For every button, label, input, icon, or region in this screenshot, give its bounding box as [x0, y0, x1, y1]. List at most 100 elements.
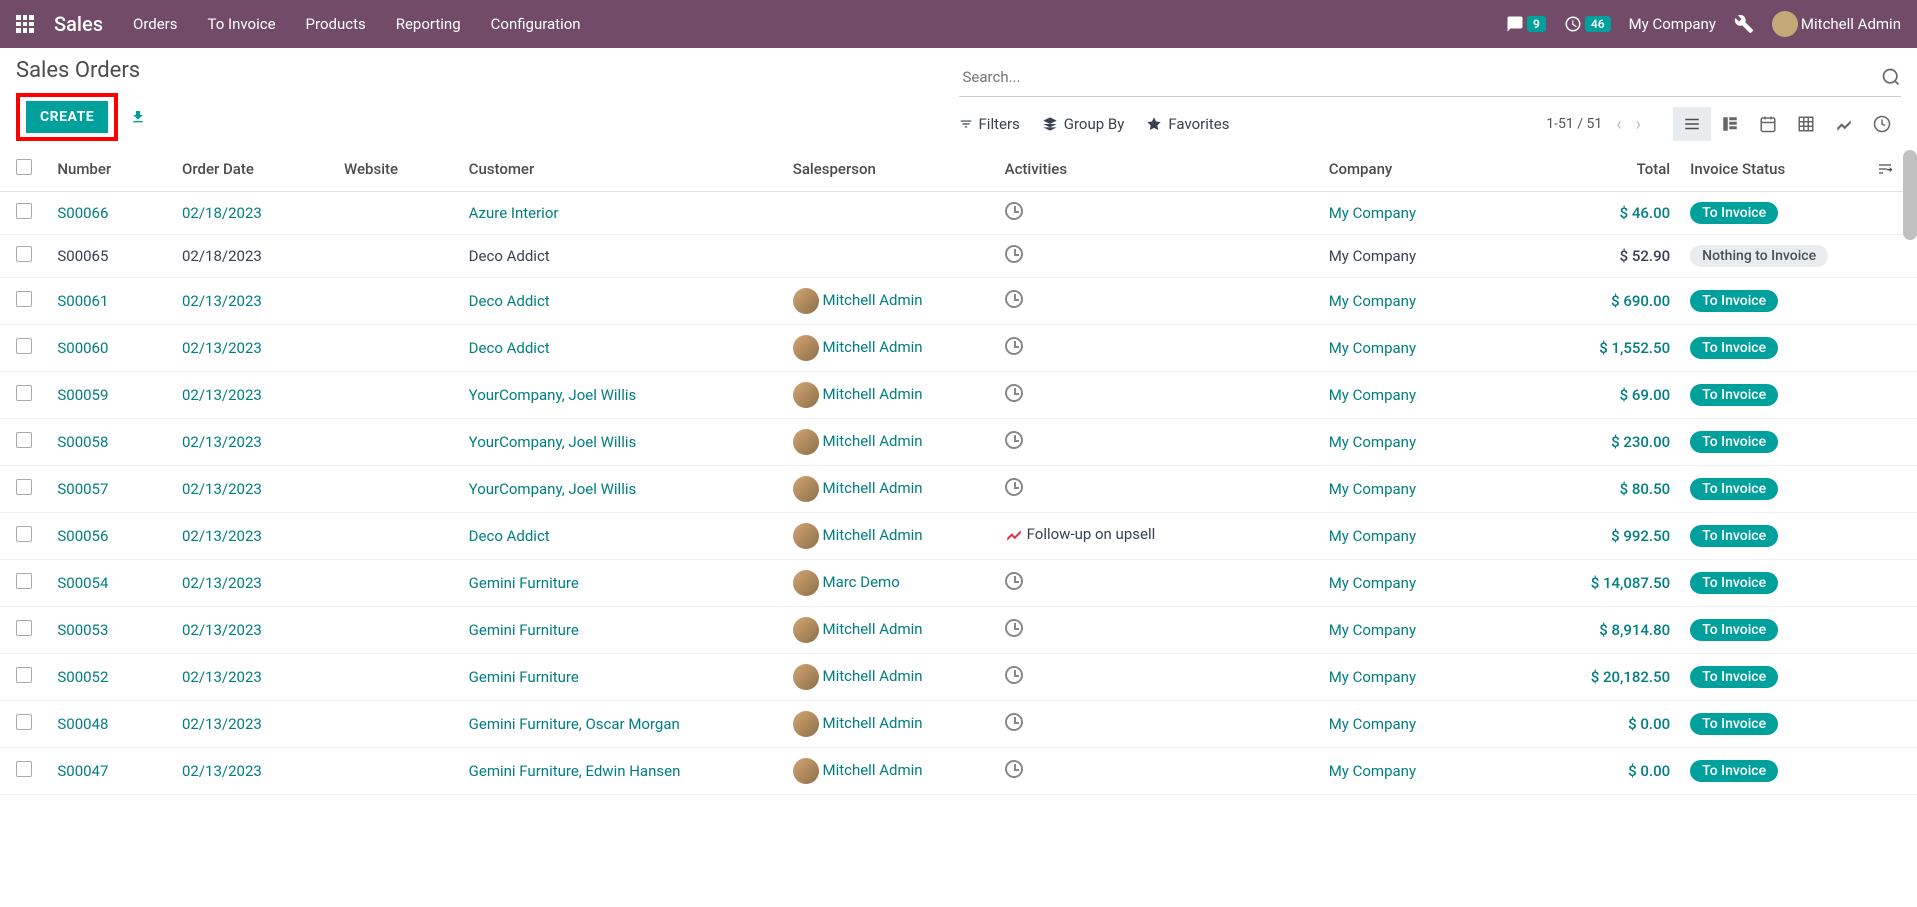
- customer-link[interactable]: Gemini Furniture: [469, 668, 579, 686]
- debug-icon[interactable]: [1734, 14, 1754, 34]
- order-number[interactable]: S00047: [57, 762, 108, 780]
- col-salesperson[interactable]: Salesperson: [783, 147, 995, 192]
- company-link[interactable]: My Company: [1329, 621, 1416, 639]
- company-link[interactable]: My Company: [1329, 715, 1416, 733]
- customer-link[interactable]: Gemini Furniture, Edwin Hansen: [469, 762, 681, 780]
- company-selector[interactable]: My Company: [1629, 15, 1716, 33]
- activity-clock-icon[interactable]: [1005, 666, 1023, 684]
- activity-clock-icon[interactable]: [1005, 478, 1023, 496]
- row-checkbox[interactable]: [16, 203, 32, 219]
- create-button[interactable]: CREATE: [26, 101, 108, 133]
- company-link[interactable]: My Company: [1329, 433, 1416, 451]
- order-number[interactable]: S00059: [57, 386, 108, 404]
- order-number[interactable]: S00052: [57, 668, 108, 686]
- order-number[interactable]: S00061: [57, 292, 108, 310]
- salesperson-link[interactable]: Mitchell Admin: [822, 526, 922, 544]
- activity-clock-icon[interactable]: [1005, 713, 1023, 731]
- view-list[interactable]: [1673, 107, 1711, 141]
- export-button[interactable]: [130, 109, 146, 125]
- row-checkbox[interactable]: [16, 573, 32, 589]
- pager-prev[interactable]: ‹: [1616, 114, 1621, 135]
- customer-link[interactable]: YourCompany, Joel Willis: [469, 433, 637, 451]
- table-row[interactable]: S0005902/13/2023YourCompany, Joel Willis…: [0, 372, 1917, 419]
- activity-clock-icon[interactable]: [1005, 760, 1023, 778]
- order-number[interactable]: S00060: [57, 339, 108, 357]
- salesperson-link[interactable]: Mitchell Admin: [822, 620, 922, 638]
- company-link[interactable]: My Company: [1329, 574, 1416, 592]
- activities-button[interactable]: 46: [1564, 15, 1611, 33]
- order-number[interactable]: S00065: [57, 247, 108, 265]
- user-menu[interactable]: Mitchell Admin: [1772, 11, 1901, 37]
- row-checkbox[interactable]: [16, 479, 32, 495]
- order-number[interactable]: S00054: [57, 574, 108, 592]
- row-checkbox[interactable]: [16, 385, 32, 401]
- table-row[interactable]: S0004802/13/2023Gemini Furniture, Oscar …: [0, 701, 1917, 748]
- customer-link[interactable]: YourCompany, Joel Willis: [469, 386, 637, 404]
- salesperson-link[interactable]: Mitchell Admin: [822, 667, 922, 685]
- activity-clock-icon[interactable]: [1005, 245, 1023, 263]
- salesperson-link[interactable]: Mitchell Admin: [822, 761, 922, 779]
- order-number[interactable]: S00048: [57, 715, 108, 733]
- favorites-button[interactable]: Favorites: [1146, 115, 1229, 133]
- col-date[interactable]: Order Date: [172, 147, 334, 192]
- view-calendar[interactable]: [1749, 107, 1787, 141]
- app-brand[interactable]: Sales: [54, 12, 103, 36]
- table-row[interactable]: S0005802/13/2023YourCompany, Joel Willis…: [0, 419, 1917, 466]
- table-row[interactable]: S0006102/13/2023Deco Addict Mitchell Adm…: [0, 278, 1917, 325]
- activity-followup[interactable]: Follow-up on upsell: [1005, 525, 1156, 543]
- customer-link[interactable]: Deco Addict: [469, 527, 550, 545]
- activity-clock-icon[interactable]: [1005, 202, 1023, 220]
- table-row[interactable]: S0005602/13/2023Deco Addict Mitchell Adm…: [0, 513, 1917, 560]
- col-number[interactable]: Number: [47, 147, 172, 192]
- scrollbar[interactable]: [1903, 150, 1917, 240]
- col-website[interactable]: Website: [334, 147, 459, 192]
- company-link[interactable]: My Company: [1329, 292, 1416, 310]
- table-row[interactable]: S0006002/13/2023Deco Addict Mitchell Adm…: [0, 325, 1917, 372]
- customer-link[interactable]: YourCompany, Joel Willis: [469, 480, 637, 498]
- search-icon[interactable]: [1881, 67, 1901, 87]
- row-checkbox[interactable]: [16, 714, 32, 730]
- activity-clock-icon[interactable]: [1005, 572, 1023, 590]
- row-checkbox[interactable]: [16, 667, 32, 683]
- nav-products[interactable]: Products: [306, 15, 366, 33]
- customer-link[interactable]: Gemini Furniture, Oscar Morgan: [469, 715, 680, 733]
- search-input[interactable]: [959, 62, 1882, 92]
- view-pivot[interactable]: [1787, 107, 1825, 141]
- company-link[interactable]: My Company: [1329, 480, 1416, 498]
- view-kanban[interactable]: [1711, 107, 1749, 141]
- view-graph[interactable]: [1825, 107, 1863, 141]
- row-checkbox[interactable]: [16, 526, 32, 542]
- activity-clock-icon[interactable]: [1005, 619, 1023, 637]
- table-row[interactable]: S0006602/18/2023Azure InteriorMy Company…: [0, 192, 1917, 235]
- col-total[interactable]: Total: [1531, 147, 1681, 192]
- company-link[interactable]: My Company: [1329, 339, 1416, 357]
- nav-orders[interactable]: Orders: [133, 15, 178, 33]
- col-company[interactable]: Company: [1319, 147, 1531, 192]
- row-checkbox[interactable]: [16, 432, 32, 448]
- salesperson-link[interactable]: Mitchell Admin: [822, 432, 922, 450]
- customer-link[interactable]: Deco Addict: [469, 247, 550, 265]
- pager-next[interactable]: ›: [1636, 114, 1641, 135]
- salesperson-link[interactable]: Mitchell Admin: [822, 291, 922, 309]
- salesperson-link[interactable]: Mitchell Admin: [822, 479, 922, 497]
- view-activity[interactable]: [1863, 107, 1901, 141]
- order-number[interactable]: S00058: [57, 433, 108, 451]
- groupby-button[interactable]: Group By: [1042, 115, 1125, 133]
- company-link[interactable]: My Company: [1329, 527, 1416, 545]
- order-number[interactable]: S00066: [57, 204, 108, 222]
- salesperson-link[interactable]: Mitchell Admin: [822, 338, 922, 356]
- table-row[interactable]: S0005702/13/2023YourCompany, Joel Willis…: [0, 466, 1917, 513]
- col-customer[interactable]: Customer: [459, 147, 783, 192]
- table-row[interactable]: S0005302/13/2023Gemini Furniture Mitchel…: [0, 607, 1917, 654]
- company-link[interactable]: My Company: [1329, 386, 1416, 404]
- row-checkbox[interactable]: [16, 246, 32, 262]
- company-link[interactable]: My Company: [1329, 762, 1416, 780]
- salesperson-link[interactable]: Mitchell Admin: [822, 714, 922, 732]
- salesperson-link[interactable]: Mitchell Admin: [822, 385, 922, 403]
- activity-clock-icon[interactable]: [1005, 337, 1023, 355]
- row-checkbox[interactable]: [16, 338, 32, 354]
- table-row[interactable]: S0004702/13/2023Gemini Furniture, Edwin …: [0, 748, 1917, 795]
- messaging-button[interactable]: 9: [1506, 15, 1546, 33]
- customer-link[interactable]: Deco Addict: [469, 339, 550, 357]
- activity-clock-icon[interactable]: [1005, 384, 1023, 402]
